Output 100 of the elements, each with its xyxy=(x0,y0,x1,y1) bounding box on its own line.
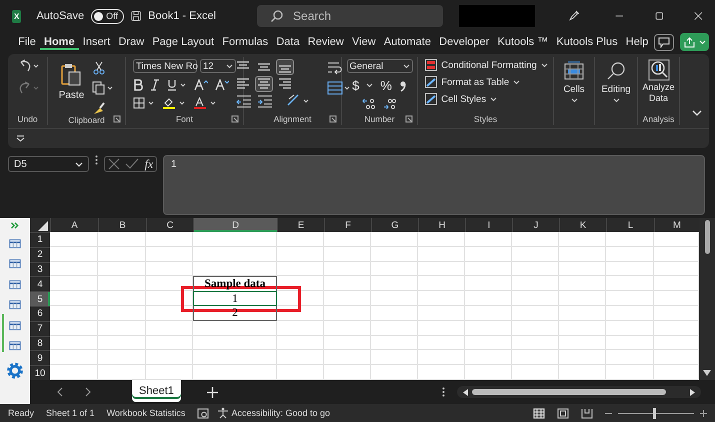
row-header[interactable]: 1 xyxy=(30,232,50,247)
paste-button[interactable]: Paste xyxy=(58,59,84,101)
accessibility-status[interactable]: Accessibility: Good to go xyxy=(217,407,330,419)
grid-cell[interactable] xyxy=(324,336,371,350)
grid-cell[interactable] xyxy=(371,350,418,366)
italic-icon[interactable] xyxy=(150,79,160,91)
scroll-right-icon[interactable] xyxy=(690,388,695,396)
grid-cell[interactable] xyxy=(98,276,146,292)
grid-cell[interactable] xyxy=(465,232,512,247)
grid-cell[interactable] xyxy=(371,306,418,321)
grid-cell[interactable] xyxy=(606,246,654,262)
styles-menu-button[interactable]: Format as Table xyxy=(425,76,520,88)
grid-cell[interactable] xyxy=(512,320,559,336)
caret-icon[interactable] xyxy=(366,83,374,88)
grid-cell[interactable] xyxy=(324,262,371,276)
styles-menu-button[interactable]: Conditional Formatting xyxy=(425,59,548,71)
column-header[interactable]: J xyxy=(512,218,559,232)
merge-center-icon[interactable] xyxy=(327,81,351,95)
grid-cell[interactable] xyxy=(193,246,277,262)
grid-cell[interactable] xyxy=(324,291,371,306)
grid-cell[interactable] xyxy=(324,276,371,292)
grid-cell[interactable] xyxy=(371,320,418,336)
row-header[interactable]: 4 xyxy=(30,276,50,292)
grid-cell[interactable] xyxy=(50,320,98,336)
column-header[interactable]: M xyxy=(654,218,699,232)
grid-cell[interactable] xyxy=(146,291,193,306)
table-cell[interactable]: 1 xyxy=(193,291,277,306)
grid-cell[interactable] xyxy=(371,291,418,306)
grid-cell[interactable] xyxy=(371,336,418,350)
sheet-tab[interactable]: Sheet1 xyxy=(132,380,181,402)
menu-tab[interactable]: Formulas xyxy=(218,34,272,50)
share-button[interactable] xyxy=(680,33,709,51)
grid-cell[interactable] xyxy=(98,306,146,321)
grid-cell[interactable] xyxy=(50,336,98,350)
grid-cell[interactable] xyxy=(606,306,654,321)
grid-cell[interactable] xyxy=(559,262,606,276)
grid-cell[interactable] xyxy=(418,306,465,321)
row-header[interactable]: 10 xyxy=(30,365,50,380)
grid-cell[interactable] xyxy=(277,276,324,292)
grid-cell[interactable] xyxy=(277,336,324,350)
column-header[interactable]: G xyxy=(371,218,418,232)
quick-access-icon[interactable] xyxy=(16,135,25,142)
menu-tab[interactable]: Review xyxy=(304,34,348,50)
table-icon[interactable] xyxy=(8,258,22,270)
grid-cell[interactable] xyxy=(418,276,465,292)
menu-tab[interactable]: Data xyxy=(272,34,304,50)
grid-cell[interactable] xyxy=(606,291,654,306)
dialog-launcher-icon[interactable] xyxy=(113,115,121,123)
grid-cell[interactable] xyxy=(277,291,324,306)
currency-button[interactable]: $ xyxy=(352,79,360,92)
copy-icon[interactable] xyxy=(92,81,114,95)
grid-cell[interactable] xyxy=(465,336,512,350)
name-box[interactable]: D5 xyxy=(8,156,89,172)
grid-cell[interactable] xyxy=(324,350,371,366)
menu-tab[interactable]: File xyxy=(14,34,40,50)
status-text[interactable]: Workbook Statistics xyxy=(106,408,186,418)
decrease-font-icon[interactable] xyxy=(215,79,229,91)
grid-cell[interactable] xyxy=(193,262,277,276)
grid-cell[interactable] xyxy=(559,350,606,366)
grid-cell[interactable] xyxy=(418,336,465,350)
grid-cell[interactable] xyxy=(512,262,559,276)
scroll-left-icon[interactable] xyxy=(463,388,468,396)
menu-tab[interactable]: Page Layout xyxy=(148,34,218,50)
grid-cell[interactable] xyxy=(606,350,654,366)
grid-cell[interactable] xyxy=(193,336,277,350)
grid-cell[interactable] xyxy=(146,336,193,350)
grid-cell[interactable] xyxy=(277,320,324,336)
menu-tab[interactable]: Insert xyxy=(78,34,114,50)
grid-cell[interactable] xyxy=(98,336,146,350)
grid-cell[interactable] xyxy=(324,320,371,336)
horizontal-scrollbar[interactable] xyxy=(457,386,701,398)
grid-cell[interactable] xyxy=(146,276,193,292)
grid-cell[interactable] xyxy=(146,320,193,336)
grid-cell[interactable] xyxy=(418,320,465,336)
row-header[interactable]: 2 xyxy=(30,246,50,262)
menu-tab[interactable]: Help xyxy=(622,34,652,50)
grid-cell[interactable] xyxy=(559,276,606,292)
grid-cell[interactable] xyxy=(193,320,277,336)
macro-recording-icon[interactable] xyxy=(197,408,210,418)
zoom-out-icon[interactable] xyxy=(605,412,612,414)
wrap-text-icon[interactable] xyxy=(327,61,343,75)
table-icon[interactable] xyxy=(8,238,22,250)
grid-cell[interactable] xyxy=(50,291,98,306)
grid-cell[interactable] xyxy=(98,320,146,336)
grid-cell[interactable] xyxy=(50,306,98,321)
maximize-icon[interactable] xyxy=(654,10,664,22)
menu-tab[interactable]: Automate xyxy=(380,34,436,50)
grid-cell[interactable] xyxy=(465,262,512,276)
grid-cell[interactable] xyxy=(146,306,193,321)
column-header[interactable]: D xyxy=(193,218,277,232)
grid-cell[interactable] xyxy=(559,246,606,262)
page-layout-view-icon[interactable] xyxy=(557,408,569,418)
grid-cell[interactable] xyxy=(606,320,654,336)
dialog-launcher-icon[interactable] xyxy=(231,115,239,123)
decrease-indent-icon[interactable] xyxy=(236,93,252,109)
increase-indent-icon[interactable] xyxy=(256,93,272,109)
borders-icon[interactable] xyxy=(133,97,155,109)
grid-cell[interactable] xyxy=(465,291,512,306)
cells-button[interactable]: Cells xyxy=(563,57,585,125)
grid-cell[interactable] xyxy=(418,291,465,306)
